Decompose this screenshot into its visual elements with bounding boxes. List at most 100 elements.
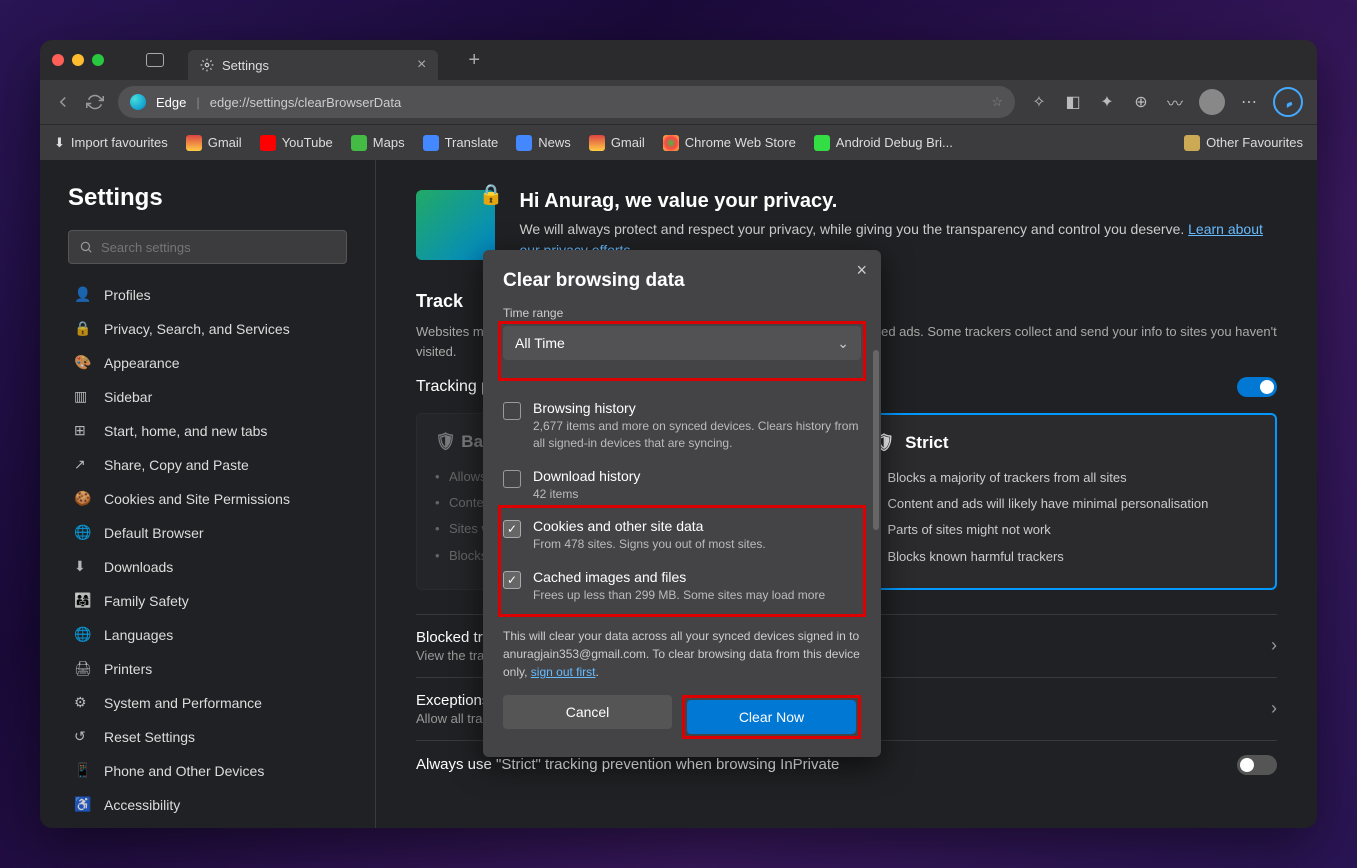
- chevron-right-icon: ›: [1271, 698, 1277, 719]
- nav-icon: ⚙: [74, 694, 92, 712]
- maximize-window-icon[interactable]: [92, 54, 104, 66]
- nav-icon: ↗: [74, 456, 92, 474]
- sidebar-item-cookies-and-site-permissions[interactable]: 🍪Cookies and Site Permissions: [68, 482, 347, 516]
- sync-note: This will clear your data across all you…: [503, 627, 861, 681]
- collections-icon[interactable]: ⊕: [1131, 92, 1151, 112]
- nav-icon: 🌐: [74, 626, 92, 644]
- clear-browsing-dialog: × Clear browsing data Time range All Tim…: [483, 250, 881, 757]
- reload-icon[interactable]: [86, 93, 104, 111]
- tab-settings[interactable]: Settings ×: [188, 50, 438, 80]
- hero-image: [416, 190, 495, 260]
- strict-item: Content and ads will likely have minimal…: [874, 491, 1258, 517]
- sidebar-item-system-and-performance[interactable]: ⚙System and Performance: [68, 686, 347, 720]
- sidebar-item-printers[interactable]: 🖨Printers: [68, 652, 347, 686]
- close-dialog-icon[interactable]: ×: [856, 260, 867, 281]
- time-range-select[interactable]: All Time ⌄: [503, 326, 861, 360]
- sidebar-item-sidebar[interactable]: ▥Sidebar: [68, 380, 347, 414]
- sidebar-item-languages[interactable]: 🌐Languages: [68, 618, 347, 652]
- strict-item: Blocks a majority of trackers from all s…: [874, 465, 1258, 491]
- strict-title: 🛡 Strict: [874, 433, 1258, 453]
- address-brand: Edge: [156, 95, 186, 110]
- favorite-icon[interactable]: ☆: [991, 94, 1003, 110]
- nav-icon: 🔒: [74, 320, 92, 338]
- nav-icon: 👨‍👩‍👧: [74, 592, 92, 610]
- nav-icon: ▥: [74, 388, 92, 406]
- bookmark-news[interactable]: News: [516, 135, 571, 151]
- sidebar-item-family-safety[interactable]: 👨‍👩‍👧Family Safety: [68, 584, 347, 618]
- sidebar-item-accessibility[interactable]: ♿Accessibility: [68, 788, 347, 822]
- nav-icon: ⊞: [74, 422, 92, 440]
- sidebar-item-appearance[interactable]: 🎨Appearance: [68, 346, 347, 380]
- bookmark-translate[interactable]: Translate: [423, 135, 499, 151]
- tab-overview-icon[interactable]: [146, 53, 164, 67]
- hero-body: We will always protect and respect your …: [519, 221, 1184, 237]
- close-tab-icon[interactable]: ×: [417, 56, 426, 74]
- nav-icon: ⬇: [74, 558, 92, 576]
- minimize-window-icon[interactable]: [72, 54, 84, 66]
- bookmarks-bar: ⬇Import favourites Gmail YouTube Maps Tr…: [40, 124, 1317, 160]
- back-icon[interactable]: [54, 93, 72, 111]
- opt-download-history[interactable]: Download history42 items: [503, 460, 861, 511]
- cancel-button[interactable]: Cancel: [503, 695, 672, 729]
- bookmark-gmail-2[interactable]: Gmail: [589, 135, 645, 151]
- new-tab-icon[interactable]: +: [468, 49, 480, 72]
- sidebar-item-downloads[interactable]: ⬇Downloads: [68, 550, 347, 584]
- sidebar-item-default-browser[interactable]: 🌐Default Browser: [68, 516, 347, 550]
- sidebar-item-share-copy-and-paste[interactable]: ↗Share, Copy and Paste: [68, 448, 347, 482]
- settings-heading: Settings: [68, 184, 347, 212]
- bing-icon[interactable]: [1273, 87, 1303, 117]
- opt-browsing-history[interactable]: Browsing history2,677 items and more on …: [503, 392, 861, 460]
- chevron-right-icon: ›: [1271, 635, 1277, 656]
- gear-icon: [200, 58, 214, 72]
- bookmark-android[interactable]: Android Debug Bri...: [814, 135, 953, 151]
- menu-icon[interactable]: ⋯: [1239, 92, 1259, 112]
- edge-icon: [130, 94, 146, 110]
- titlebar: Settings × +: [40, 40, 1317, 80]
- performance-icon[interactable]: 〰: [1165, 92, 1185, 112]
- sidebar-item-start-home-and-new-tabs[interactable]: ⊞Start, home, and new tabs: [68, 414, 347, 448]
- hero-title: Hi Anurag, we value your privacy.: [519, 190, 1277, 213]
- favorites-icon[interactable]: ✦: [1097, 92, 1117, 112]
- tab-title: Settings: [222, 58, 269, 73]
- bookmark-youtube[interactable]: YouTube: [260, 135, 333, 151]
- checkbox[interactable]: [503, 470, 521, 488]
- clear-now-button[interactable]: Clear Now: [687, 700, 856, 734]
- tracking-toggle[interactable]: [1237, 377, 1277, 397]
- card-strict[interactable]: 🛡 Strict Blocks a majority of trackers f…: [854, 413, 1278, 590]
- time-range-label: Time range: [503, 306, 861, 320]
- nav-icon: 👤: [74, 286, 92, 304]
- extensions-icon[interactable]: ✧: [1029, 92, 1049, 112]
- address-bar[interactable]: Edge | edge://settings/clearBrowserData …: [118, 86, 1015, 118]
- traffic-lights: [52, 54, 104, 66]
- strict-item: Blocks known harmful trackers: [874, 544, 1258, 570]
- checkbox-checked[interactable]: [503, 571, 521, 589]
- sign-out-link[interactable]: sign out first: [531, 665, 596, 679]
- nav-icon: 🖨: [74, 660, 92, 678]
- nav-icon: ↺: [74, 728, 92, 746]
- search-settings[interactable]: [68, 230, 347, 264]
- bookmark-maps[interactable]: Maps: [351, 135, 405, 151]
- checkbox-checked[interactable]: [503, 520, 521, 538]
- import-favourites[interactable]: ⬇Import favourites: [54, 135, 168, 151]
- sidebar-item-reset-settings[interactable]: ↺Reset Settings: [68, 720, 347, 754]
- checkbox[interactable]: [503, 402, 521, 420]
- sidebar-item-privacy-search-and-services[interactable]: 🔒Privacy, Search, and Services: [68, 312, 347, 346]
- toolbar: Edge | edge://settings/clearBrowserData …: [40, 80, 1317, 124]
- opt-cookies[interactable]: Cookies and other site dataFrom 478 site…: [503, 510, 861, 561]
- other-favourites[interactable]: Other Favourites: [1184, 135, 1303, 151]
- opt-cached[interactable]: Cached images and filesFrees up less tha…: [503, 561, 861, 612]
- close-window-icon[interactable]: [52, 54, 64, 66]
- nav-icon: 🍪: [74, 490, 92, 508]
- search-input[interactable]: [101, 240, 336, 255]
- sidebar-item-phone-and-other-devices[interactable]: 📱Phone and Other Devices: [68, 754, 347, 788]
- always-strict-toggle[interactable]: [1237, 755, 1277, 775]
- bookmark-gmail[interactable]: Gmail: [186, 135, 242, 151]
- bookmark-chrome-store[interactable]: Chrome Web Store: [663, 135, 796, 151]
- settings-sidebar: Settings 👤Profiles🔒Privacy, Search, and …: [40, 160, 376, 828]
- sidebar-item-profiles[interactable]: 👤Profiles: [68, 278, 347, 312]
- split-icon[interactable]: ◧: [1063, 92, 1083, 112]
- dialog-scrollbar[interactable]: [873, 350, 879, 530]
- profile-avatar[interactable]: [1199, 89, 1225, 115]
- nav-icon: ♿: [74, 796, 92, 814]
- sidebar-item-about-microsoft-edge[interactable]: ⓘAbout Microsoft Edge: [68, 822, 347, 828]
